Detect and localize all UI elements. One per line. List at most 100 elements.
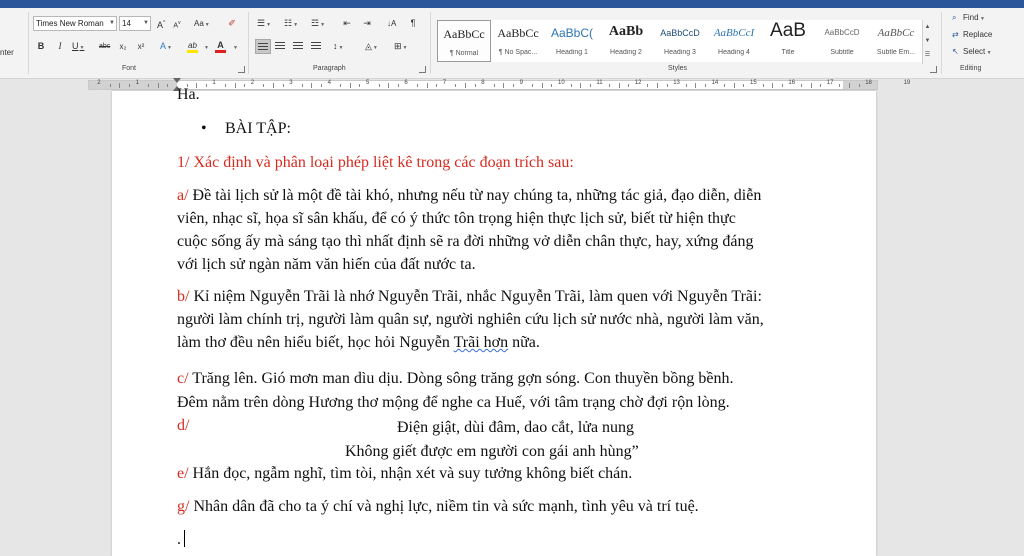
superscript-button[interactable]: x² (135, 39, 147, 54)
underline-icon: U (72, 41, 79, 51)
subscript-button[interactable]: x₂ (117, 39, 129, 54)
ruler-tick (839, 84, 841, 87)
numbering-button[interactable]: ☷▼ (282, 16, 300, 31)
styles-dialog-launcher[interactable] (930, 66, 937, 73)
para-b-text-after: nữa. (508, 334, 540, 351)
style-name: Heading 3 (664, 49, 696, 56)
para-b-text: Kỉ niệm Nguyễn Trãi là nhớ Nguyễn Trãi, … (193, 288, 762, 305)
style-normal[interactable]: AaBbCc ¶ Normal (437, 20, 491, 62)
style-subtle-emphasis[interactable]: AaBbCc Subtle Em... (869, 20, 923, 62)
increase-indent-button[interactable]: ⇥ (361, 16, 373, 31)
align-right-button[interactable] (291, 39, 305, 54)
font-color-dropdown[interactable]: ▼ (229, 39, 241, 54)
first-line-indent-marker[interactable] (173, 78, 181, 83)
select-button[interactable]: ↖ Select ▼ (952, 47, 992, 56)
justify-button[interactable] (309, 39, 323, 54)
highlight-button[interactable]: ab (185, 38, 200, 53)
clear-formatting-button[interactable]: ✐ (226, 16, 238, 31)
style-heading-4[interactable]: AaBbCcI Heading 4 (707, 20, 761, 62)
ruler-tick (109, 84, 111, 87)
ruler-tick (225, 84, 226, 87)
line-spacing-button[interactable]: ↕▼ (331, 39, 345, 54)
ruler-tick (820, 84, 822, 87)
paragraph-dialog-launcher[interactable] (419, 66, 426, 73)
underline-button[interactable]: U▼ (70, 39, 86, 54)
ruler-number: 3 (289, 80, 293, 86)
font-color-button[interactable]: A (213, 38, 228, 53)
ruler-tick (647, 84, 649, 87)
style-title[interactable]: AaB Title (761, 20, 815, 62)
align-left-button[interactable] (255, 39, 271, 54)
para-g-text: Nhân dân đã cho ta ý chí và nghị lực, ni… (193, 498, 699, 515)
ruler-tick (205, 84, 207, 87)
style-sample: AaBb (608, 24, 644, 39)
ruler-number: 19 (903, 80, 911, 86)
font-size-box[interactable]: 14 ▼ (119, 16, 151, 31)
ruler-tick (465, 83, 466, 88)
horizontal-ruler[interactable]: 2 1 1 2 3 4 5 6 7 8 9 10 11 12 13 14 15 16 17 18 19 (88, 80, 910, 90)
ruler-number: 4 (327, 80, 331, 86)
styles-gallery: AaBbCc ¶ Normal AaBbCc ¶ No Spac... AaBb… (437, 20, 925, 64)
replace-button[interactable]: ⇄ Replace (952, 30, 992, 39)
clipped-text-line: Ha. (177, 86, 200, 100)
style-sample: AaB (770, 20, 806, 41)
ruler-number: 14 (711, 80, 719, 86)
italic-button[interactable]: I (54, 39, 66, 54)
style-heading-2[interactable]: AaBb Heading 2 (599, 20, 653, 62)
show-formatting-button[interactable]: ¶ (407, 16, 419, 31)
scroll-down-icon[interactable]: ▼ (923, 34, 932, 48)
style-name: Heading 1 (556, 49, 588, 56)
change-case-button[interactable]: Aa▼ (192, 16, 212, 31)
ruler-tick (119, 83, 121, 88)
bullets-button[interactable]: ☰▼ (255, 16, 273, 31)
ruler-tick (781, 84, 783, 87)
highlight-dropdown[interactable]: ▼ (200, 39, 212, 54)
style-heading-1[interactable]: AaBbC( Heading 1 (545, 20, 599, 62)
para-c-line-1: c/ Trăng lên. Gió mơn man dìu dịu. Dòng … (177, 370, 733, 388)
bullet-heading: • BÀI TẬP: (177, 120, 291, 138)
bold-button[interactable]: B (35, 39, 47, 54)
change-case-icon: Aa (194, 19, 204, 28)
align-center-button[interactable] (273, 39, 287, 54)
font-dialog-launcher[interactable] (238, 66, 245, 73)
ruler-number: 2 (97, 80, 101, 86)
ruler-tick (167, 84, 169, 87)
shading-button[interactable]: ◬▼ (363, 39, 380, 54)
ruler-tick (340, 84, 342, 87)
ruler-tick (849, 83, 850, 88)
strikethrough-button[interactable]: abc (97, 39, 112, 54)
ruler-tick (503, 83, 505, 88)
borders-button[interactable]: ⊞▼ (392, 39, 410, 54)
ruler-tick (493, 84, 495, 87)
text-effects-button[interactable]: A▼ (158, 39, 174, 54)
pilcrow-icon: ¶ (410, 18, 416, 28)
shrink-font-button[interactable]: Av (171, 16, 183, 31)
sort-button[interactable]: ↓A (385, 16, 398, 31)
paragraph-group-label: Paragraph (313, 65, 346, 72)
ribbon-separator (430, 12, 431, 74)
find-button[interactable]: ⌕ Find ▼ (952, 13, 985, 23)
ruler-tick (666, 84, 668, 87)
font-name-box[interactable]: Times New Roman ▼ (33, 16, 117, 31)
chevron-down-icon: ▼ (372, 45, 378, 51)
bullets-icon: ☰ (257, 18, 266, 28)
scroll-up-icon[interactable]: ▲ (923, 20, 932, 34)
style-heading-3[interactable]: AaBbCcD Heading 3 (653, 20, 707, 62)
style-subtitle[interactable]: AaBbCcD Subtitle (815, 20, 869, 62)
para-d-line-2: Không giết được em người con gái anh hùn… (345, 443, 639, 460)
more-styles-icon[interactable]: ☰ (923, 48, 932, 62)
decrease-indent-button[interactable]: ⇤ (341, 16, 353, 31)
search-icon: ⌕ (952, 13, 957, 22)
ruler-tick (762, 84, 764, 87)
chevron-down-icon: ▼ (402, 45, 408, 51)
ruler-tick (129, 84, 130, 87)
ruler-tick (657, 83, 658, 88)
clear-formatting-icon: ✐ (228, 18, 236, 28)
ruler-tick (359, 84, 361, 87)
align-right-icon (293, 42, 303, 52)
grow-font-button[interactable]: A^ (155, 16, 167, 31)
multilevel-list-icon: ☲ (311, 18, 320, 28)
style-no-spacing[interactable]: AaBbCc ¶ No Spac... (491, 20, 545, 62)
multilevel-list-button[interactable]: ☲▼ (309, 16, 327, 31)
chevron-down-icon: ▼ (338, 45, 344, 51)
